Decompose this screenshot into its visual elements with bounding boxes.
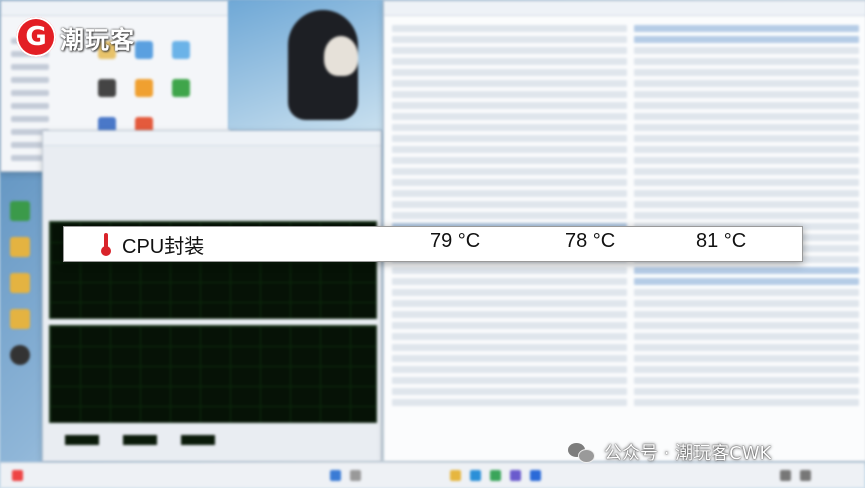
app-icon[interactable] [530,470,541,481]
puffin-image [288,10,358,120]
app-icon[interactable] [490,470,501,481]
sensor-minimum-value: 78 °C [565,230,616,252]
graph-status-bar [53,431,373,451]
folder-icon[interactable] [450,470,461,481]
system-tray-icon[interactable] [780,470,791,481]
app-icon[interactable] [172,41,191,59]
desktop-app-icon[interactable] [10,345,30,365]
thermometer-icon [101,233,111,256]
sensor-list-titlebar[interactable] [384,1,865,16]
sensor-current-value: 79 °C [430,230,481,252]
start-icon[interactable] [330,470,341,481]
folder-icon[interactable] [10,273,30,293]
app-icon[interactable] [98,79,116,97]
sensor-label: CPU封装 [122,236,205,258]
app-icon[interactable] [510,470,521,481]
network-icon[interactable] [800,470,811,481]
highlighted-sensor-row[interactable]: CPU封装 79 °C 78 °C 81 °C [63,226,803,262]
search-icon[interactable] [350,470,361,481]
monitor-graph-window[interactable] [42,130,382,462]
taskbar [0,462,865,488]
desktop-icons [6,185,34,381]
app-icon[interactable] [172,79,191,97]
folder-icon[interactable] [10,237,30,257]
browser-icon[interactable] [470,470,481,481]
sensor-column-right [634,21,859,410]
weather-icon[interactable] [12,470,23,481]
file-explorer-titlebar[interactable] [1,1,229,16]
wallpaper-photo [228,0,383,130]
folder-icon[interactable] [10,309,30,329]
graph-panel-bottom [49,325,377,423]
app-icon[interactable] [135,79,154,97]
watermark: 公众号 · 潮玩客CWK [568,440,771,464]
app-icon[interactable] [135,41,154,59]
brand-logo: G 潮玩客 [16,16,135,58]
watermark-text: 公众号 · 潮玩客CWK [604,443,772,464]
logo-text: 潮玩客 [60,25,135,54]
sensor-maximum-value: 81 °C [696,230,747,252]
wechat-icon [568,441,596,463]
logo-mark: G [16,17,56,57]
sensor-column-left [392,21,627,410]
desktop-app-icon[interactable] [10,201,30,221]
monitor-graph-titlebar[interactable] [43,131,381,146]
